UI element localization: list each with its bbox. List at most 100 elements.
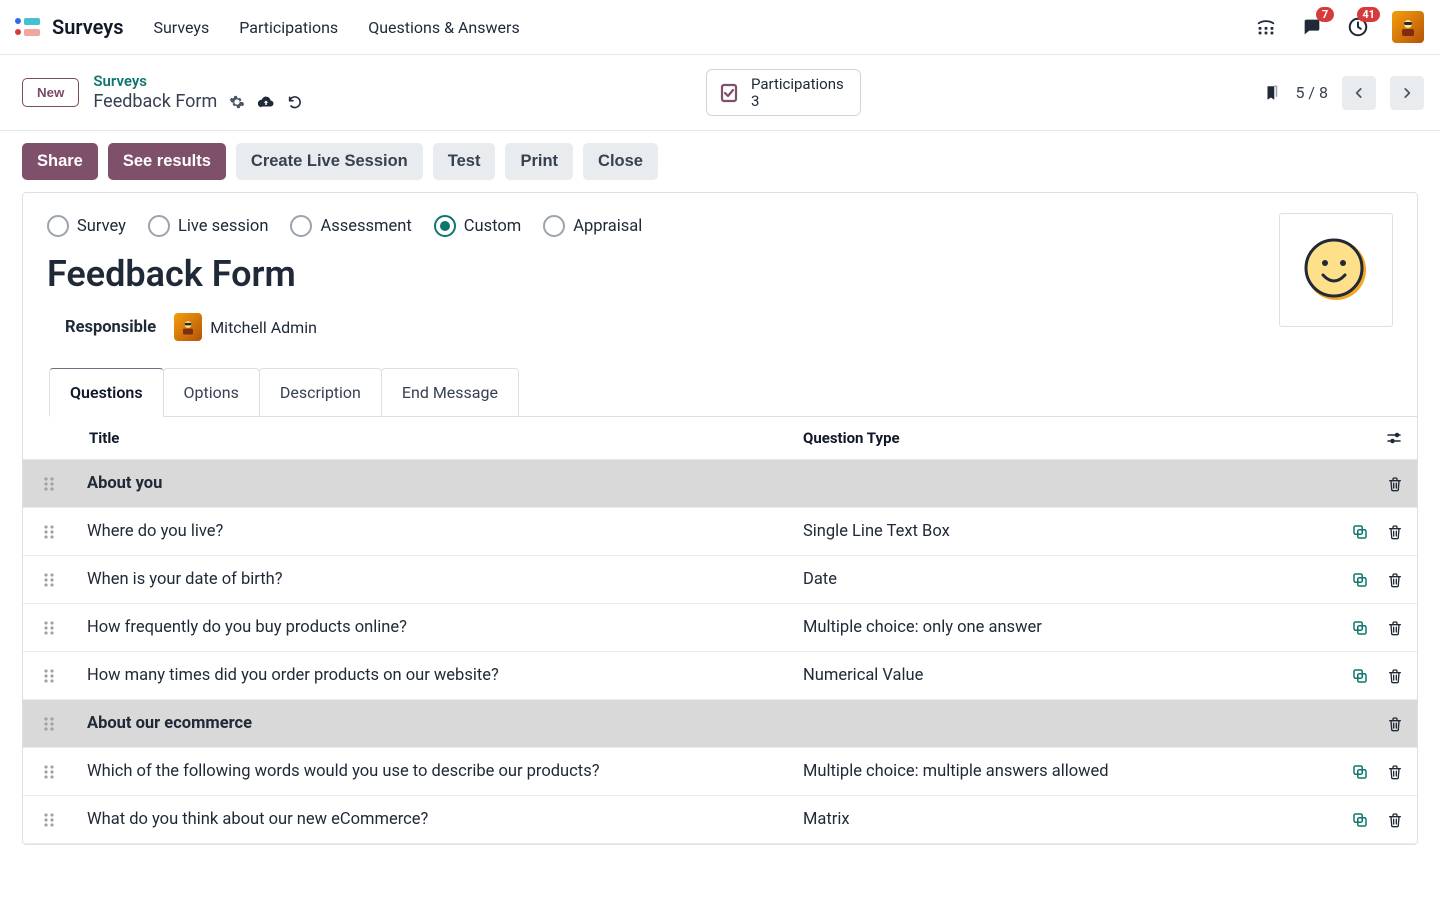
- survey-image[interactable]: [1279, 213, 1393, 327]
- question-row[interactable]: How many times did you order products on…: [23, 652, 1417, 700]
- breadcrumb-current: Feedback Form: [93, 91, 217, 114]
- questions-table-header: Title Question Type: [23, 417, 1417, 460]
- tab-options[interactable]: Options: [163, 368, 260, 417]
- survey-title[interactable]: Feedback Form: [47, 253, 1393, 295]
- question-title: How frequently do you buy products onlin…: [75, 618, 803, 637]
- trash-icon[interactable]: [1387, 475, 1403, 493]
- section-row[interactable]: About you: [23, 460, 1417, 508]
- gear-icon[interactable]: [229, 94, 245, 110]
- trash-icon[interactable]: [1387, 619, 1403, 637]
- trash-icon[interactable]: [1387, 715, 1403, 733]
- copy-icon[interactable]: [1351, 811, 1369, 829]
- question-row[interactable]: What do you think about our new eCommerc…: [23, 796, 1417, 844]
- row-actions: [1323, 571, 1403, 589]
- close-button[interactable]: Close: [583, 143, 658, 180]
- copy-icon[interactable]: [1351, 619, 1369, 637]
- question-row[interactable]: When is your date of birth?Date: [23, 556, 1417, 604]
- tab-end-message[interactable]: End Message: [381, 368, 519, 417]
- radio-live-session[interactable]: Live session: [148, 215, 268, 237]
- row-actions: [1323, 475, 1403, 493]
- question-row[interactable]: Which of the following words would you u…: [23, 748, 1417, 796]
- radio-custom-label: Custom: [464, 217, 521, 236]
- nav-questions-answers[interactable]: Questions & Answers: [358, 12, 530, 43]
- radio-appraisal[interactable]: Appraisal: [543, 215, 642, 237]
- drag-handle-icon[interactable]: [37, 764, 61, 780]
- pager-prev-button[interactable]: [1342, 76, 1376, 110]
- copy-icon[interactable]: [1351, 571, 1369, 589]
- clipboard-check-icon: [717, 81, 741, 105]
- drag-handle-icon[interactable]: [37, 716, 61, 732]
- share-button[interactable]: Share: [22, 143, 98, 180]
- trash-icon[interactable]: [1387, 667, 1403, 685]
- pager-next-button[interactable]: [1390, 76, 1424, 110]
- activities-badge: 41: [1357, 7, 1380, 22]
- question-title: How many times did you order products on…: [75, 666, 803, 685]
- row-actions: [1323, 523, 1403, 541]
- tab-description[interactable]: Description: [259, 368, 382, 417]
- new-button[interactable]: New: [22, 78, 79, 107]
- question-row[interactable]: Where do you live?Single Line Text Box: [23, 508, 1417, 556]
- nav-surveys[interactable]: Surveys: [143, 12, 219, 43]
- page-header: New Surveys Feedback Form Participations…: [0, 55, 1440, 131]
- bookmark-icon[interactable]: [1263, 82, 1281, 104]
- question-type: Numerical Value: [803, 666, 1323, 685]
- column-title: Title: [89, 429, 803, 447]
- action-bar: Share See results Create Live Session Te…: [0, 131, 1440, 192]
- trash-icon[interactable]: [1387, 811, 1403, 829]
- voip-icon[interactable]: [1254, 15, 1278, 39]
- participations-button[interactable]: Participations 3: [706, 69, 861, 116]
- top-navbar: Surveys Surveys Participations Questions…: [0, 0, 1440, 55]
- drag-handle-icon[interactable]: [37, 668, 61, 684]
- question-title: Which of the following words would you u…: [75, 762, 803, 781]
- drag-handle-icon[interactable]: [37, 572, 61, 588]
- column-actions: [1323, 429, 1403, 447]
- nav-participations[interactable]: Participations: [229, 12, 348, 43]
- question-row[interactable]: How frequently do you buy products onlin…: [23, 604, 1417, 652]
- form-sheet: Survey Live session Assessment Custom Ap…: [22, 192, 1418, 845]
- participations-label: Participations: [751, 76, 844, 93]
- participations-count: 3: [751, 93, 844, 110]
- trash-icon[interactable]: [1387, 571, 1403, 589]
- messages-icon[interactable]: 7: [1300, 15, 1324, 39]
- responsible-user[interactable]: Mitchell Admin: [174, 313, 317, 341]
- test-button[interactable]: Test: [433, 143, 496, 180]
- activities-icon[interactable]: 41: [1346, 15, 1370, 39]
- responsible-label: Responsible: [65, 318, 156, 337]
- row-actions: [1323, 763, 1403, 781]
- copy-icon[interactable]: [1351, 763, 1369, 781]
- copy-icon[interactable]: [1351, 523, 1369, 541]
- columns-settings-icon[interactable]: [1385, 429, 1403, 447]
- cloud-upload-icon[interactable]: [257, 93, 275, 111]
- radio-custom[interactable]: Custom: [434, 215, 521, 237]
- drag-handle-icon[interactable]: [37, 620, 61, 636]
- undo-icon[interactable]: [287, 94, 303, 110]
- copy-icon[interactable]: [1351, 667, 1369, 685]
- radio-survey[interactable]: Survey: [47, 215, 126, 237]
- app-name: Surveys: [52, 15, 123, 39]
- radio-assessment[interactable]: Assessment: [290, 215, 411, 237]
- responsible-avatar: [174, 313, 202, 341]
- column-question-type: Question Type: [803, 429, 1323, 447]
- create-live-session-button[interactable]: Create Live Session: [236, 143, 423, 180]
- question-type: Multiple choice: multiple answers allowe…: [803, 762, 1323, 781]
- app-logo: [14, 16, 42, 38]
- breadcrumb-root[interactable]: Surveys: [93, 72, 303, 91]
- drag-handle-icon[interactable]: [37, 812, 61, 828]
- drag-handle-icon[interactable]: [37, 476, 61, 492]
- survey-type-selector: Survey Live session Assessment Custom Ap…: [47, 215, 1393, 237]
- section-title: About you: [75, 474, 803, 493]
- see-results-button[interactable]: See results: [108, 143, 226, 180]
- record-pager-text[interactable]: 5 / 8: [1295, 83, 1328, 102]
- radio-live-label: Live session: [178, 217, 268, 236]
- responsible-user-name: Mitchell Admin: [210, 318, 317, 337]
- print-button[interactable]: Print: [505, 143, 573, 180]
- question-title: What do you think about our new eCommerc…: [75, 810, 803, 829]
- drag-handle-icon[interactable]: [37, 524, 61, 540]
- radio-assessment-label: Assessment: [320, 217, 411, 236]
- section-row[interactable]: About our ecommerce: [23, 700, 1417, 748]
- trash-icon[interactable]: [1387, 523, 1403, 541]
- trash-icon[interactable]: [1387, 763, 1403, 781]
- user-avatar[interactable]: [1392, 11, 1424, 43]
- radio-appraisal-label: Appraisal: [573, 217, 642, 236]
- tab-questions[interactable]: Questions: [49, 368, 164, 417]
